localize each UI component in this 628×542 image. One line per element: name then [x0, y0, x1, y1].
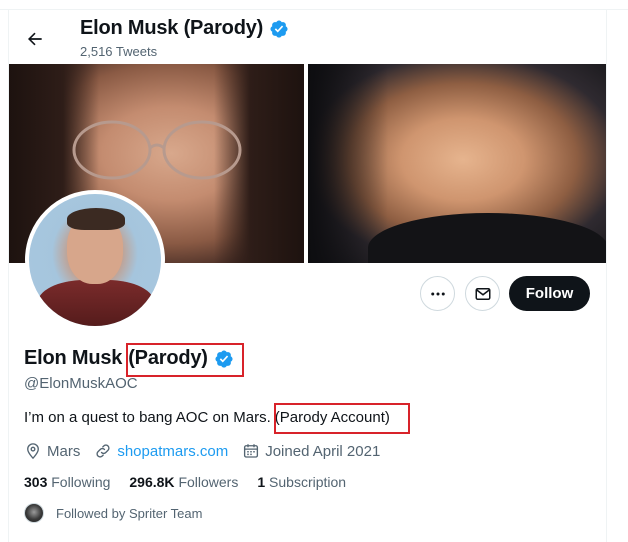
- tweet-count: 2,516 Tweets: [80, 44, 158, 59]
- following-label: Following: [51, 474, 111, 490]
- following-count: 303: [24, 474, 48, 490]
- back-button[interactable]: [18, 22, 52, 56]
- follow-button[interactable]: Follow: [509, 276, 590, 311]
- more-button[interactable]: [420, 276, 455, 311]
- followers-stat[interactable]: 296.8K Followers: [129, 474, 238, 490]
- profile-avatar[interactable]: [25, 190, 165, 330]
- followed-by[interactable]: Followed by Spriter Team: [24, 503, 202, 523]
- display-name: Elon Musk: [24, 347, 123, 369]
- bio-text: I’m on a quest to bang AOC on Mars.: [24, 409, 271, 426]
- highlight-box-bio: [274, 403, 410, 434]
- more-icon: [430, 292, 445, 295]
- joined-text: Joined April 2021: [265, 442, 381, 460]
- top-divider: [0, 9, 628, 10]
- website-link[interactable]: shopatmars.com: [117, 443, 228, 460]
- column-border-right: [606, 9, 607, 542]
- glasses-shape: [72, 120, 242, 180]
- location-text: Mars: [47, 442, 81, 460]
- link-icon: [96, 444, 110, 458]
- followers-label: Followers: [178, 474, 239, 490]
- verified-badge-icon: [270, 19, 288, 38]
- follower-avatar: [24, 503, 44, 523]
- header-title: Elon Musk (Parody): [80, 17, 289, 40]
- subscriptions-label: Subscription: [269, 474, 347, 490]
- profile-stats: 303 Following 296.8K Followers 1 Subscri…: [24, 474, 365, 490]
- back-arrow-icon: [28, 32, 42, 46]
- banner-image-right: [308, 64, 606, 263]
- followers-count: 296.8K: [129, 474, 175, 490]
- profile-meta: Mars shopatmars.com Joined April 2021: [24, 442, 394, 460]
- handle: @ElonMuskAOC: [24, 375, 138, 392]
- subscriptions-stat[interactable]: 1 Subscription: [257, 474, 346, 490]
- highlight-box-name: [126, 343, 244, 377]
- following-stat[interactable]: 303 Following: [24, 474, 110, 490]
- location-icon: [27, 443, 39, 460]
- header-name: Elon Musk (Parody): [80, 17, 264, 39]
- followed-by-text: Followed by Spriter Team: [56, 505, 203, 521]
- message-button[interactable]: [465, 276, 500, 311]
- calendar-icon: [244, 444, 259, 458]
- subscriptions-count: 1: [257, 474, 266, 490]
- website-item[interactable]: shopatmars.com: [94, 442, 228, 460]
- joined-item: Joined April 2021: [242, 442, 380, 460]
- mail-icon: [475, 287, 490, 300]
- location-item: Mars: [24, 442, 80, 460]
